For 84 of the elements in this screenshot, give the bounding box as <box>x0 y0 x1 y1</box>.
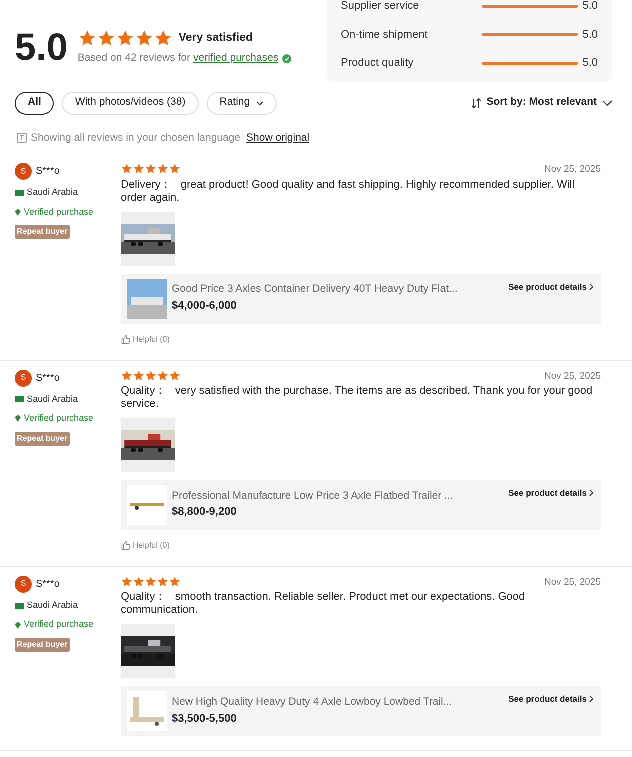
satisfaction-label: Very satisfied <box>178 30 253 46</box>
product-price: $4,000-6,000 <box>172 299 238 314</box>
star-icon <box>116 28 135 48</box>
star-icon <box>121 576 133 588</box>
review-text: Delivery： great product! Good quality and fast shipping. Highly recommended supplier. Will order again. <box>121 178 576 204</box>
product-title[interactable]: Professional Manufacture Low Price 3 Axle Flatbed Trailer ... <box>172 488 504 504</box>
country: Saudi Arabia <box>27 392 78 406</box>
reviews-count: Based on 42 reviews for <box>78 50 190 66</box>
filter-chip[interactable]: Rating <box>206 92 278 114</box>
verified-purchases-link[interactable]: verified purchases <box>193 50 279 67</box>
star-icon <box>157 576 169 588</box>
flag-icon <box>15 190 24 196</box>
avatar: S <box>15 370 32 386</box>
helpful-button[interactable]: Helpful (0) <box>121 540 170 552</box>
product-title[interactable]: New High Quality Heavy Duty 4 Axle Lowboy Lowbed Trail... <box>172 694 504 711</box>
product-card[interactable]: Good Price 3 Axles Container Delivery 40T Heavy Duty Flat... $4,000-6,000 See product details <box>121 274 601 324</box>
product-price: $3,500-5,500 <box>172 712 238 727</box>
flag-icon <box>15 396 24 402</box>
star-icon <box>78 28 97 48</box>
star-icon <box>134 28 154 48</box>
verified-label: Verified purchase <box>24 412 94 425</box>
verified-badge-icon <box>282 54 292 64</box>
thumbs-up-icon <box>121 540 131 551</box>
repeat-buyer-badge: Repeat buyer <box>15 432 70 446</box>
product-card[interactable]: New High Quality Heavy Duty 4 Axle Lowboy Lowbed Trail... $3,500-5,500 See product details <box>121 686 601 736</box>
review-text: Quality： smooth transaction. Reliable seller. Product met our expectations. Good communication. <box>121 591 526 617</box>
chevron-down-icon <box>256 100 264 106</box>
verified-label: Verified purchase <box>24 206 94 219</box>
filter-chip[interactable]: All <box>15 92 54 114</box>
star-icon <box>157 163 169 176</box>
star-icon <box>133 370 145 382</box>
chevron-down-icon <box>602 100 613 106</box>
star-icon <box>121 370 133 382</box>
star-icon <box>121 163 133 176</box>
repeat-buyer-badge: Repeat buyer <box>15 638 70 652</box>
avatar: S <box>15 576 32 593</box>
see-product-details-link[interactable]: See product details <box>508 486 595 500</box>
review-date: Nov 25, 2025 <box>544 163 601 178</box>
product-card[interactable]: Professional Manufacture Low Price 3 Axle Flatbed Trailer ... $8,800-9,200 See product details <box>121 480 601 530</box>
rating-label: Supplier service <box>341 0 420 14</box>
star-icon <box>145 576 157 588</box>
avatar: S <box>15 163 32 180</box>
reviewer-name: S***o <box>36 372 60 386</box>
star-icon <box>133 576 145 588</box>
show-original-link[interactable]: Show original <box>246 130 310 146</box>
flag-icon <box>15 602 24 608</box>
chevron-right-icon <box>589 489 595 498</box>
star-icon <box>169 370 181 382</box>
see-product-details-link[interactable]: See product details <box>508 693 595 706</box>
language-note: Showing all reviews in your chosen language <box>31 130 241 146</box>
rating-value: 5.0 <box>582 56 598 71</box>
verified-label: Verified purchase <box>24 618 94 632</box>
chevron-right-icon <box>589 695 595 704</box>
star-icon <box>133 163 145 176</box>
sort-icon <box>470 98 482 108</box>
star-icon <box>154 28 173 48</box>
helpful-button[interactable]: Helpful (0) <box>121 334 170 346</box>
rating-label: On-time shipment <box>341 28 429 42</box>
review-text: Quality： very satisfied with the purchase. The items are as described. Thank you for your good service. <box>121 384 594 411</box>
thumbs-up-icon <box>121 334 131 344</box>
review-date: Nov 25, 2025 <box>544 370 601 384</box>
reviewer-name: S***o <box>36 165 60 180</box>
star-icon <box>157 370 169 382</box>
rating-value: 5.0 <box>582 0 598 14</box>
reviewer-name: S***o <box>36 578 60 592</box>
star-icon <box>145 370 157 382</box>
product-title[interactable]: Good Price 3 Axles Container Delivery 40T Heavy Duty Flat... <box>172 282 504 298</box>
rating-label: Product quality <box>341 56 415 71</box>
star-icon <box>169 576 181 588</box>
star-icon <box>96 28 116 48</box>
star-icon <box>145 163 157 176</box>
review-date: Nov 25, 2025 <box>544 576 601 590</box>
repeat-buyer-badge: Repeat buyer <box>15 225 70 240</box>
star-icon <box>169 163 181 176</box>
product-price: $8,800-9,200 <box>172 505 238 520</box>
overall-score: 5.0 <box>15 28 68 67</box>
rating-value: 5.0 <box>582 28 598 42</box>
chevron-right-icon <box>589 282 595 291</box>
country: Saudi Arabia <box>27 186 78 200</box>
sort-dropdown[interactable]: Sort by: Most relevant <box>470 95 613 111</box>
filter-chip[interactable]: With photos/videos (38) <box>62 92 199 114</box>
translate-icon <box>17 133 27 144</box>
country: Saudi Arabia <box>27 598 78 612</box>
see-product-details-link[interactable]: See product details <box>508 280 595 294</box>
